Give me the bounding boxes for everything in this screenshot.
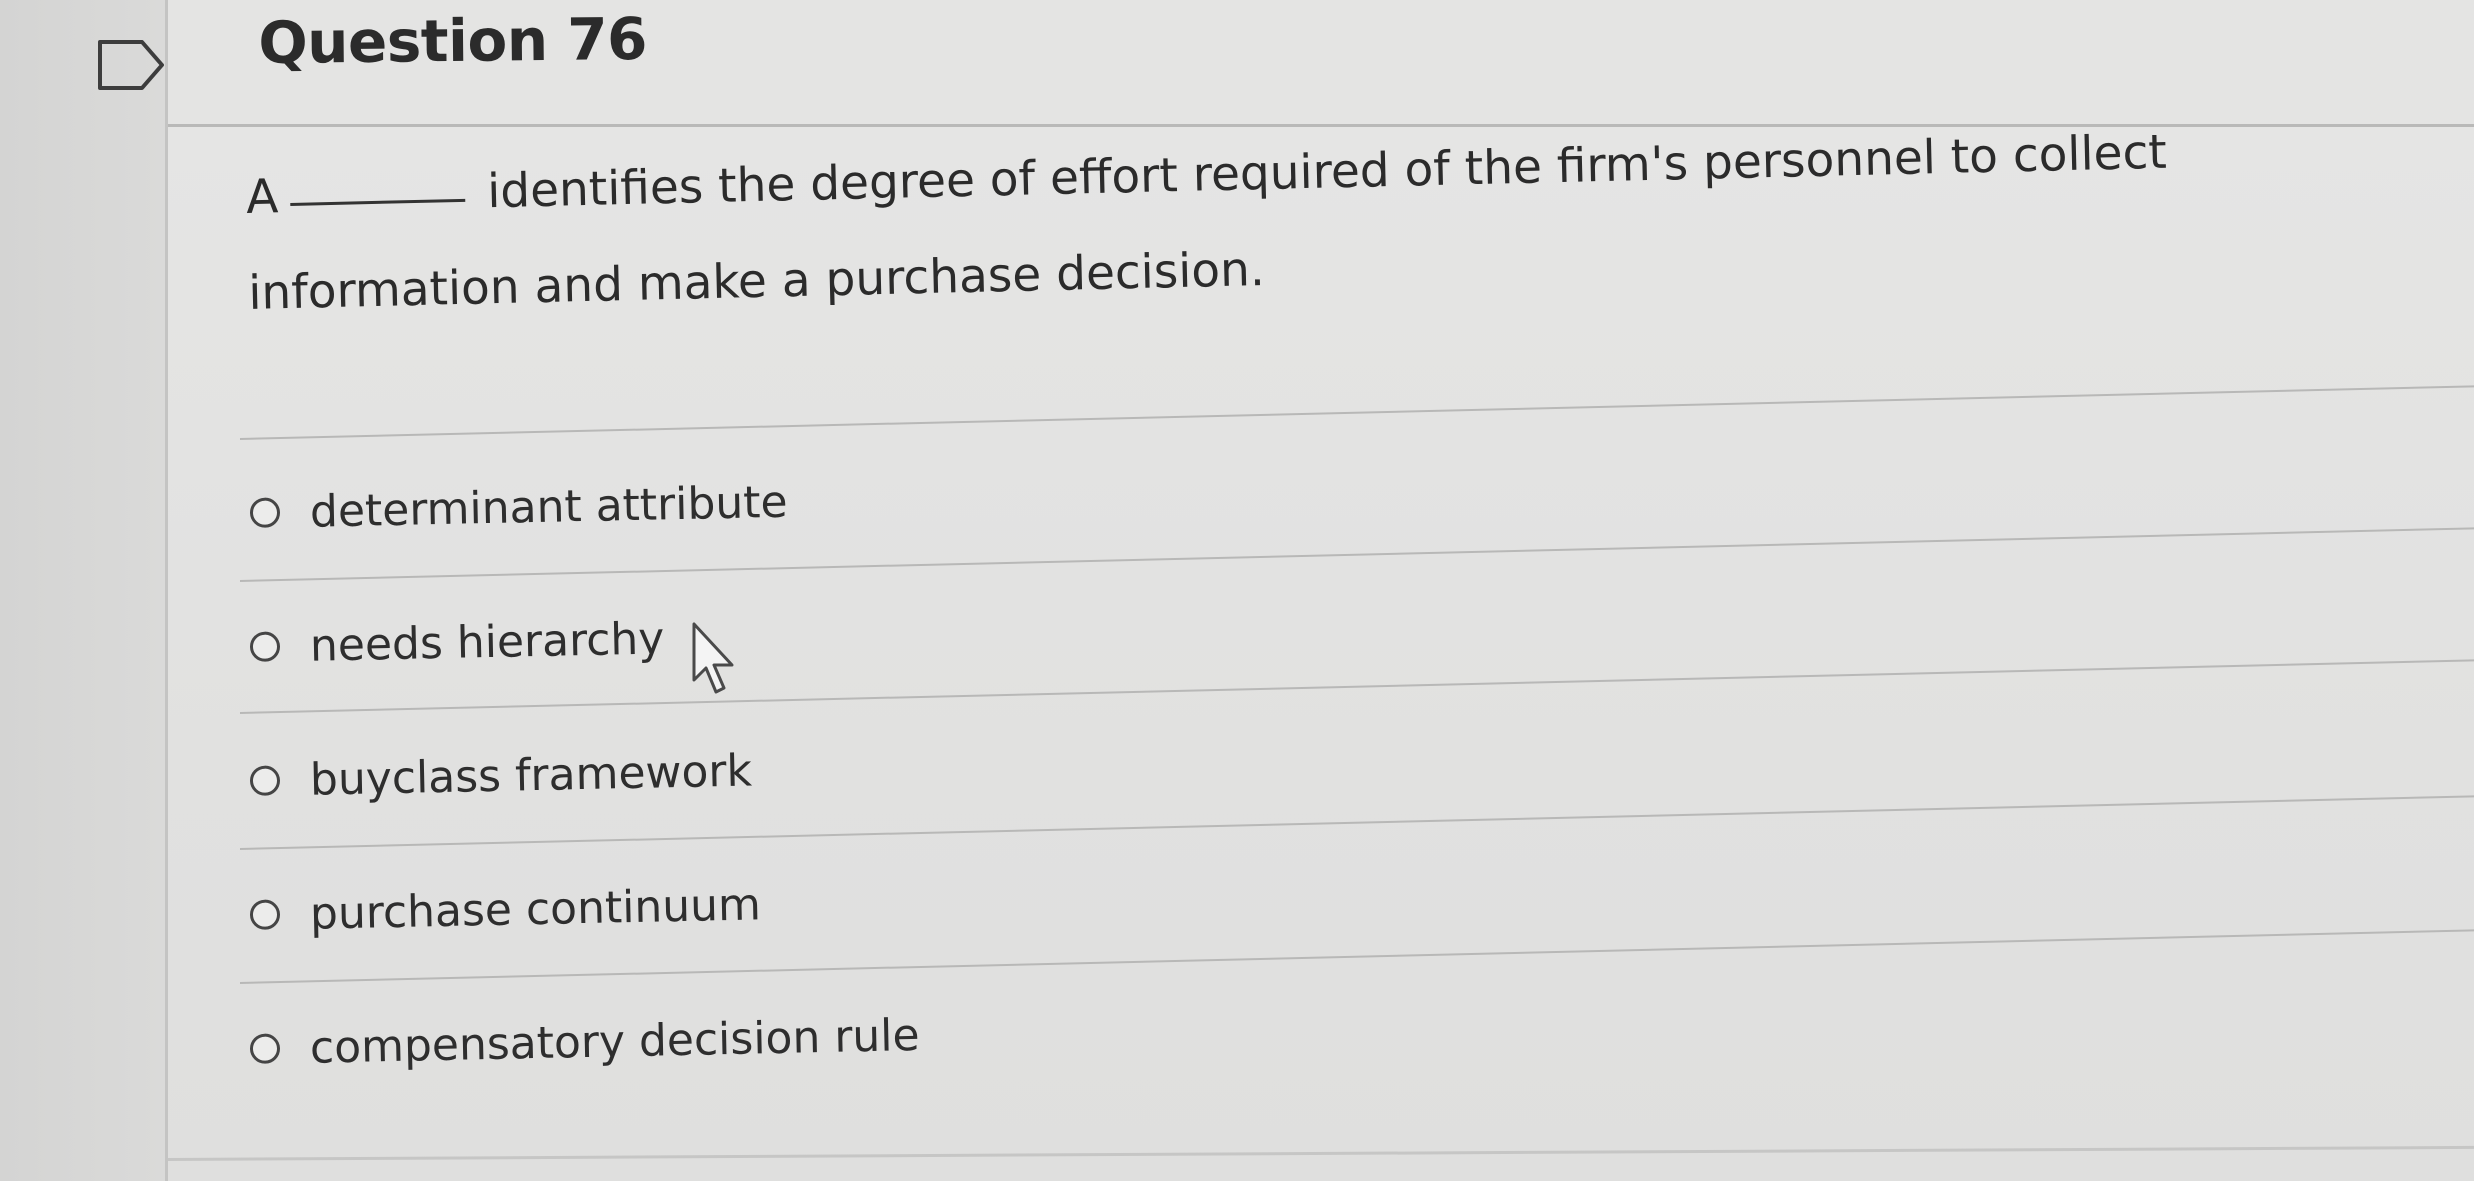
answer-option-label: compensatory decision rule: [309, 1009, 921, 1074]
answer-option[interactable]: purchase continuum: [249, 869, 761, 950]
question-title: Question 76: [258, 4, 648, 77]
left-gutter: [0, 0, 165, 1181]
answer-option[interactable]: determinant attribute: [249, 467, 788, 548]
fill-in-blank: [290, 198, 466, 206]
flag-icon[interactable]: [96, 38, 166, 92]
radio-button[interactable]: [249, 1033, 281, 1064]
answer-option-label: purchase continuum: [309, 878, 762, 940]
mouse-pointer-icon: [692, 622, 734, 694]
radio-button[interactable]: [249, 899, 281, 930]
answer-option[interactable]: needs hierarchy: [249, 603, 665, 682]
radio-button[interactable]: [249, 631, 281, 662]
radio-button[interactable]: [249, 765, 281, 796]
answer-option-label: determinant attribute: [309, 476, 789, 538]
prompt-start: A: [245, 169, 279, 225]
answer-option-label: needs hierarchy: [309, 612, 665, 672]
prompt-rest: identifies the degree of effort required…: [247, 124, 2168, 321]
answer-option[interactable]: compensatory decision rule: [249, 1000, 920, 1084]
answer-option[interactable]: buyclass framework: [249, 735, 752, 815]
radio-button[interactable]: [249, 497, 281, 528]
answer-option-label: buyclass framework: [309, 744, 753, 806]
